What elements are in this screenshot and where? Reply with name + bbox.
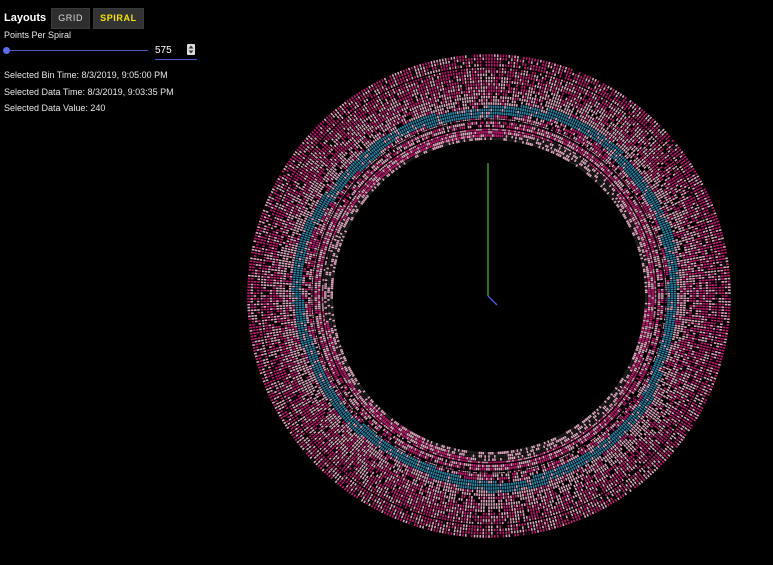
selected-bin-time: Selected Bin Time: 8/3/2019, 9:05:00 PM	[4, 70, 168, 80]
control-panel: Layouts GRID SPIRAL Points Per Spiral 57…	[0, 0, 230, 130]
app-root: Layouts GRID SPIRAL Points Per Spiral 57…	[0, 0, 773, 565]
selected-data-value: Selected Data Value: 240	[4, 103, 106, 113]
points-per-spiral-input[interactable]: 575	[155, 43, 197, 60]
spinner-arrows-icon[interactable]	[187, 44, 195, 55]
layouts-row: Layouts GRID SPIRAL	[4, 7, 144, 29]
spiral-layout-button[interactable]: SPIRAL	[93, 7, 144, 29]
selected-data-time: Selected Data Time: 8/3/2019, 9:03:35 PM	[4, 87, 174, 97]
slider-track	[7, 50, 148, 51]
layouts-label: Layouts	[4, 12, 47, 24]
slider-thumb[interactable]	[3, 47, 10, 54]
grid-layout-button[interactable]: GRID	[51, 7, 91, 29]
points-per-spiral-value: 575	[155, 45, 172, 56]
points-per-spiral-label: Points Per Spiral	[4, 30, 72, 40]
z-axis-line	[487, 295, 498, 306]
points-per-spiral-slider[interactable]	[3, 45, 148, 57]
